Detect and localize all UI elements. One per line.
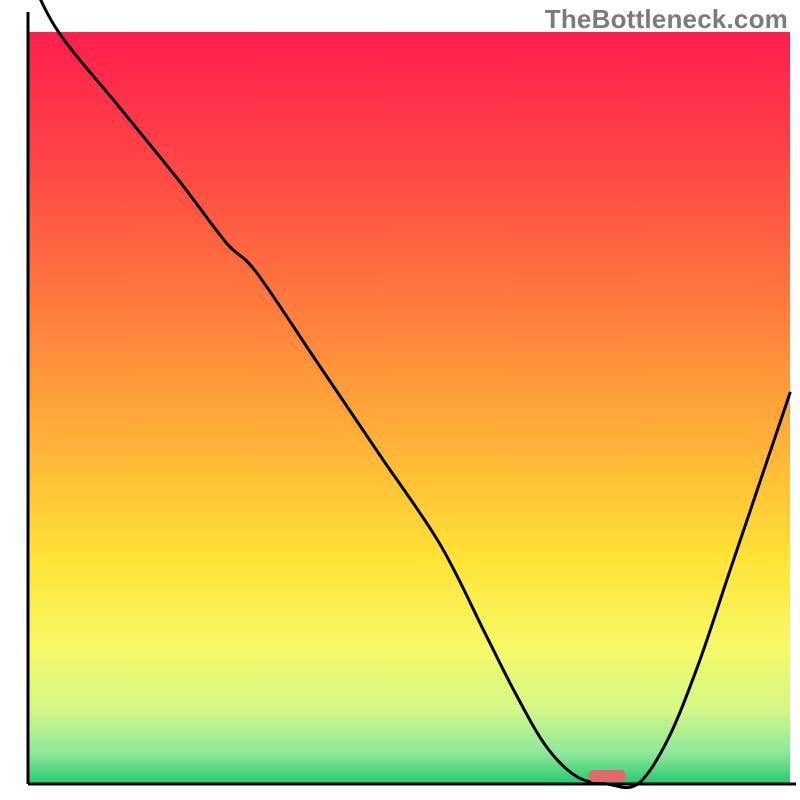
chart-svg	[0, 0, 800, 800]
bottleneck-chart: TheBottleneck.com	[0, 0, 800, 800]
plot-background	[28, 32, 790, 784]
optimal-marker	[588, 770, 626, 782]
watermark-text: TheBottleneck.com	[545, 4, 788, 35]
